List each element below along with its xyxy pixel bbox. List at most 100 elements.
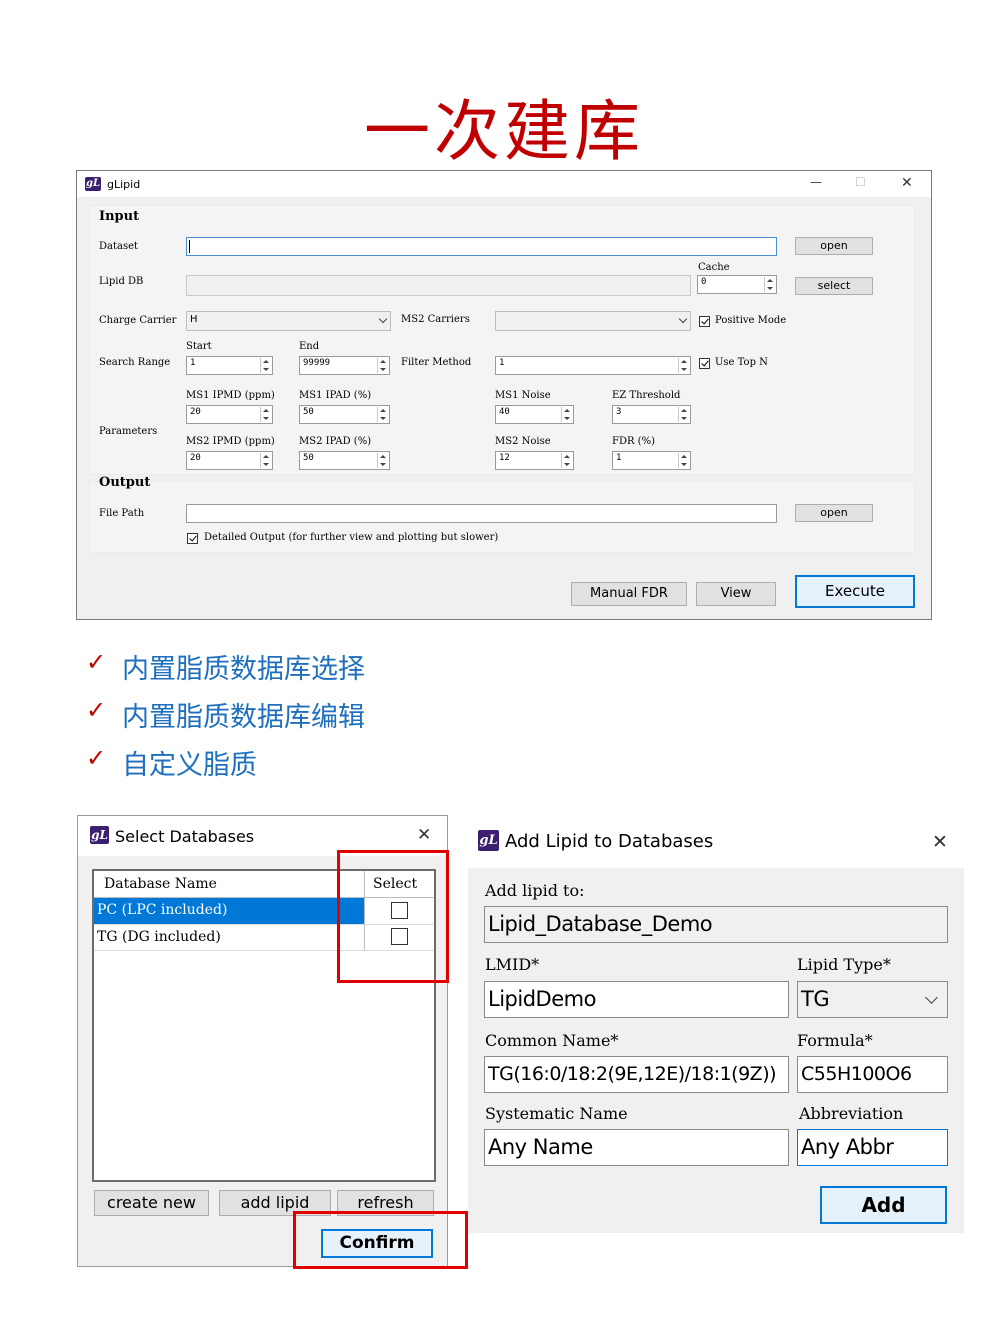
ms1-ipmd-label: MS1 IPMD (ppm)	[186, 390, 275, 401]
column-header-database-name[interactable]: Database Name	[104, 876, 217, 892]
lmid-label: LMID*	[485, 955, 540, 974]
systematic-name-field[interactable]: Any Name	[484, 1129, 789, 1166]
ms2-ipmd-stepper[interactable]: 20	[186, 451, 273, 470]
start-value: 1	[190, 358, 196, 368]
ms1-ipad-stepper[interactable]: 50	[299, 405, 390, 424]
app-logo-icon: gL	[85, 177, 101, 191]
ms1-ipad-value: 50	[303, 407, 314, 417]
stepper-arrows-icon[interactable]	[260, 358, 271, 373]
check-icon: ✓	[86, 648, 107, 676]
app-title: gLipid	[107, 178, 141, 191]
use-top-n-checkbox[interactable]	[699, 358, 710, 369]
systematic-name-label: Systematic Name	[485, 1104, 628, 1123]
lipid-db-select-button[interactable]: select	[795, 277, 873, 295]
use-top-n-label: Use Top N	[715, 357, 768, 368]
start-stepper[interactable]: 1	[186, 356, 273, 375]
ms2-ipmd-label: MS2 IPMD (ppm)	[186, 436, 275, 447]
minimize-icon[interactable]: —	[810, 175, 822, 189]
common-name-field[interactable]: TG(16:0/18:2(9E,12E)/18:1(9Z))	[484, 1056, 789, 1093]
file-path-input[interactable]	[186, 504, 777, 523]
filter-method-label: Filter Method	[401, 357, 472, 368]
ms2-noise-stepper[interactable]: 12	[495, 451, 574, 470]
dataset-open-button[interactable]: open	[795, 237, 873, 255]
page-title: 一次建库	[364, 93, 644, 170]
stepper-arrows-icon[interactable]	[561, 407, 572, 422]
ez-threshold-stepper[interactable]: 3	[612, 405, 691, 424]
stepper-arrows-icon[interactable]	[678, 407, 689, 422]
stepper-arrows-icon[interactable]	[561, 453, 572, 468]
formula-field[interactable]: C55H100O6	[797, 1056, 948, 1093]
ms2-ipad-stepper[interactable]: 50	[299, 451, 390, 470]
stepper-arrows-icon[interactable]	[377, 358, 388, 373]
filter-method-stepper[interactable]: 1	[495, 356, 691, 375]
parameters-label: Parameters	[99, 426, 158, 437]
close-icon[interactable]: ✕	[901, 175, 913, 191]
fdr-value: 1	[616, 453, 622, 463]
lmid-field[interactable]: LipidDemo	[484, 981, 789, 1018]
output-section-header: Output	[99, 475, 151, 490]
text-cursor	[189, 240, 190, 253]
fdr-label: FDR (%)	[612, 436, 655, 447]
abbreviation-field[interactable]: Any Abbr	[797, 1129, 948, 1166]
window-title: Add Lipid to Databases	[505, 831, 714, 852]
file-path-open-button[interactable]: open	[795, 504, 873, 522]
manual-fdr-button[interactable]: Manual FDR	[571, 582, 687, 606]
lipid-type-select[interactable]: TG	[797, 981, 948, 1018]
positive-mode-checkbox[interactable]	[699, 316, 710, 327]
stepper-arrows-icon[interactable]	[377, 453, 388, 468]
common-name-label: Common Name*	[485, 1031, 619, 1050]
table-row[interactable]: TG (DG included)	[94, 925, 364, 950]
ms1-noise-stepper[interactable]: 40	[495, 405, 574, 424]
stepper-arrows-icon[interactable]	[678, 453, 689, 468]
start-label: Start	[186, 341, 212, 352]
input-section-header: Input	[99, 209, 140, 224]
lipid-type-label: Lipid Type*	[797, 955, 891, 974]
positive-mode-label: Positive Mode	[715, 315, 787, 326]
stepper-arrows-icon[interactable]	[377, 407, 388, 422]
ms2-noise-label: MS2 Noise	[495, 436, 551, 447]
execute-button[interactable]: Execute	[795, 575, 915, 608]
title-bar: gL gLipid — ☐ ✕	[77, 171, 931, 197]
feature-item: 内置脂质数据库编辑	[122, 702, 365, 733]
detailed-output-checkbox[interactable]	[187, 533, 198, 544]
ms1-noise-label: MS1 Noise	[495, 390, 551, 401]
dataset-input[interactable]	[186, 237, 777, 256]
close-icon[interactable]: ✕	[417, 825, 431, 845]
filter-method-value: 1	[499, 358, 505, 368]
charge-carrier-label: Charge Carrier	[99, 315, 177, 326]
stepper-arrows-icon[interactable]	[678, 358, 689, 373]
chevron-down-icon	[925, 991, 938, 1004]
lipid-type-value: TG	[801, 987, 830, 1011]
end-stepper[interactable]: 99999	[299, 356, 390, 375]
view-button[interactable]: View	[696, 582, 776, 606]
cache-stepper[interactable]: 0	[697, 275, 777, 294]
glipid-main-window: gL gLipid — ☐ ✕ Input Dataset open Cache…	[76, 170, 932, 620]
ms1-ipmd-stepper[interactable]: 20	[186, 405, 273, 424]
charge-carrier-value: H	[190, 314, 198, 325]
ms1-noise-value: 40	[499, 407, 510, 417]
ms1-ipmd-value: 20	[190, 407, 201, 417]
highlight-box-confirm	[293, 1211, 468, 1269]
ms2-carriers-label: MS2 Carriers	[401, 314, 470, 325]
feature-item: 内置脂质数据库选择	[122, 654, 365, 685]
table-row[interactable]: PC (LPC included)	[94, 898, 364, 924]
add-to-label: Add lipid to:	[485, 881, 585, 900]
feature-item: 自定义脂质	[122, 750, 257, 781]
create-new-button[interactable]: create new	[94, 1190, 209, 1216]
stepper-arrows-icon[interactable]	[764, 277, 775, 292]
maximize-icon[interactable]: ☐	[855, 175, 866, 189]
window-title: Select Databases	[115, 827, 255, 846]
lipid-db-input[interactable]	[186, 275, 691, 296]
charge-carrier-select[interactable]: H	[186, 311, 391, 331]
add-to-field[interactable]: Lipid_Database_Demo	[484, 906, 948, 943]
search-range-label: Search Range	[99, 357, 171, 368]
end-value: 99999	[303, 358, 331, 368]
stepper-arrows-icon[interactable]	[260, 407, 271, 422]
cache-value: 0	[701, 277, 707, 287]
stepper-arrows-icon[interactable]	[260, 453, 271, 468]
ms2-carriers-select[interactable]	[495, 311, 691, 331]
fdr-stepper[interactable]: 1	[612, 451, 691, 470]
close-icon[interactable]: ✕	[932, 831, 948, 853]
add-button[interactable]: Add	[820, 1186, 947, 1224]
add-lipid-window: gL Add Lipid to Databases ✕ Add lipid to…	[468, 815, 964, 1235]
